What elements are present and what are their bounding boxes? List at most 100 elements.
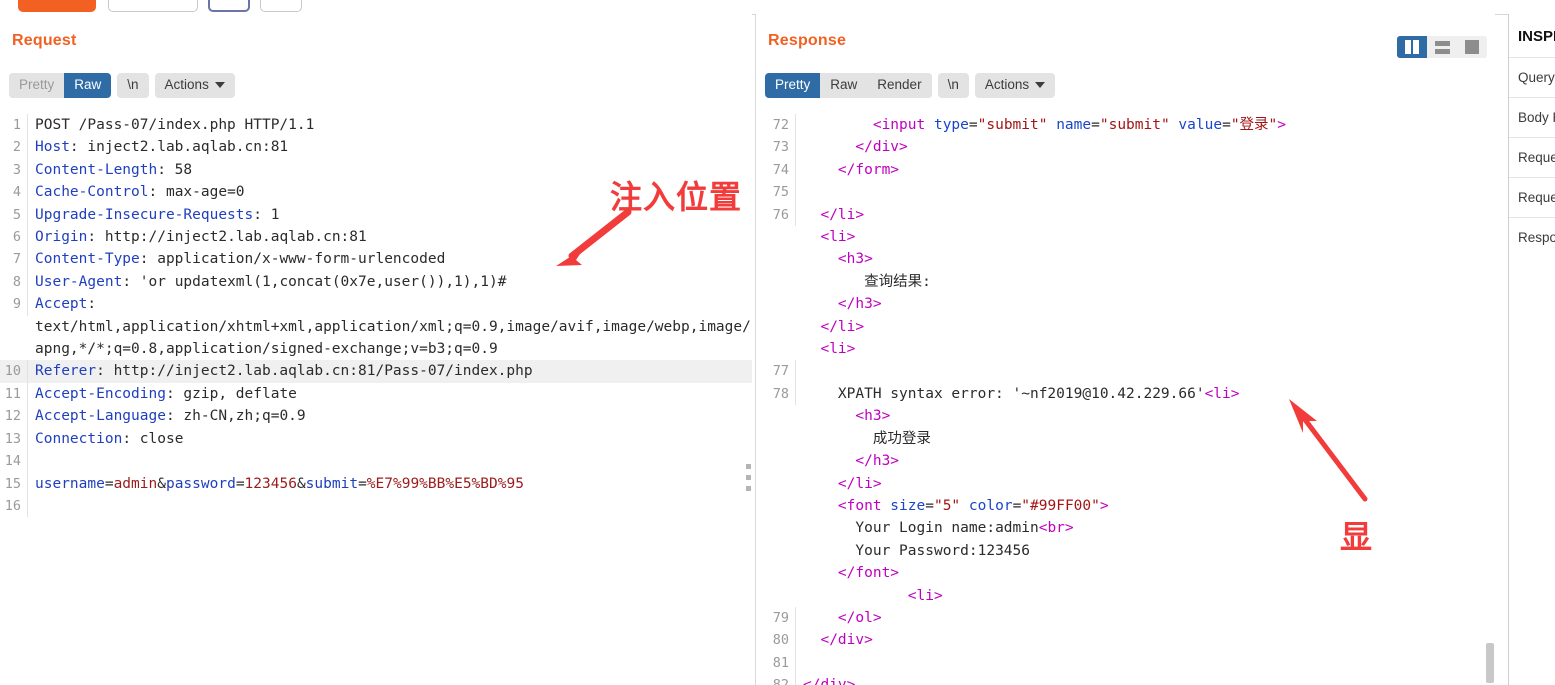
request-toolbar: Pretty Raw \n Actions <box>9 73 235 98</box>
next-button[interactable] <box>260 0 302 12</box>
inspector-row-request-cookies[interactable]: Request Cookies <box>1509 137 1555 177</box>
code-line[interactable]: 3 Content-Length: 58 <box>0 158 752 182</box>
code-line[interactable]: <li> <box>756 338 1495 360</box>
code-line[interactable]: </h3> <box>756 450 1495 472</box>
code-line[interactable]: 73 </div> <box>756 136 1495 159</box>
workspace: Request Pretty Raw \n Actions 1 POST /Pas… <box>0 14 1555 685</box>
code-line[interactable]: 13 Connection: close <box>0 427 752 451</box>
tab-response-raw[interactable]: Raw <box>820 73 868 98</box>
line-number: 73 <box>756 136 796 159</box>
code-line-text: username=admin&password=123456&submit=%E… <box>35 475 524 492</box>
send-button[interactable] <box>18 0 96 12</box>
code-line[interactable]: 5 Upgrade-Insecure-Requests: 1 <box>0 203 752 227</box>
code-line[interactable]: </li> <box>756 316 1495 338</box>
request-drag-handle[interactable] <box>746 464 752 491</box>
chevron-down-icon <box>214 82 225 88</box>
code-line-text: </div> <box>820 632 873 649</box>
code-line[interactable]: 成功登录 <box>756 428 1495 450</box>
code-line[interactable]: 10 Referer: http://inject2.lab.aqlab.cn:8… <box>0 360 752 383</box>
code-line[interactable]: 81 <box>756 651 1495 675</box>
code-line[interactable]: 2 Host: inject2.lab.aqlab.cn:81 <box>0 136 752 159</box>
response-code-editor[interactable]: 72 <input type="submit" name="submit" va… <box>756 114 1495 685</box>
code-line[interactable]: </font> <box>756 562 1495 584</box>
code-line[interactable]: Your Password:123456 <box>756 540 1495 562</box>
code-line[interactable]: 4 Cache-Control: max-age=0 <box>0 181 752 204</box>
line-number: 8 <box>0 270 28 294</box>
inspector-row-request-headers[interactable]: Request Headers <box>1509 177 1555 217</box>
code-line[interactable]: Your Login name:admin<br> <box>756 517 1495 539</box>
inspector-row-query-parameters[interactable]: Query Parameters <box>1509 57 1555 97</box>
code-line[interactable]: 8 User-Agent: 'or updatexml(1,concat(0x7e… <box>0 270 752 294</box>
code-line[interactable]: 6 Origin: http://inject2.lab.aqlab.cn:81 <box>0 226 752 249</box>
code-line[interactable]: </h3> <box>756 293 1495 315</box>
line-number: 81 <box>756 651 796 675</box>
line-number: 12 <box>0 405 28 428</box>
code-line-text: Upgrade-Insecure-Requests: 1 <box>35 206 280 223</box>
line-number: 9 <box>0 293 28 316</box>
line-number: 79 <box>756 606 796 630</box>
request-actions-menu[interactable]: Actions <box>154 73 235 98</box>
code-line-text: Accept: text/html,application/xhtml+xml,… <box>35 296 751 358</box>
prev-button[interactable] <box>208 0 250 12</box>
code-line[interactable]: 14 <box>0 450 752 473</box>
tab-response-render[interactable]: Render <box>867 73 932 98</box>
code-line[interactable]: </li> <box>756 473 1495 495</box>
code-line[interactable]: 1 POST /Pass-07/index.php HTTP/1.1 <box>0 114 752 137</box>
cancel-button[interactable] <box>108 0 198 12</box>
tab-request-pretty[interactable]: Pretty <box>9 73 65 98</box>
inspector-row-body-parameters[interactable]: Body Parameters <box>1509 97 1555 137</box>
code-line[interactable]: <li> <box>756 226 1495 248</box>
line-number: 1 <box>0 114 28 137</box>
response-actions-menu[interactable]: Actions <box>974 73 1056 98</box>
response-view-tabs: Pretty Raw Render <box>765 73 932 98</box>
inspector-title: INSPECTOR <box>1518 28 1555 45</box>
line-number: 74 <box>756 158 796 182</box>
code-line-text: 成功登录 <box>803 430 931 447</box>
code-line-text: </div> <box>855 139 908 156</box>
code-line[interactable]: <li> <box>756 585 1495 607</box>
code-line[interactable]: <h3> <box>756 405 1495 427</box>
line-number: 16 <box>0 494 28 518</box>
response-scrollbar-thumb[interactable] <box>1486 643 1494 683</box>
code-line[interactable]: 9 Accept: text/html,application/xhtml+xml… <box>0 293 752 360</box>
tab-response-pretty[interactable]: Pretty <box>765 73 821 98</box>
code-line[interactable]: 80 </div> <box>756 629 1495 652</box>
code-line[interactable]: 查询结果: <box>756 271 1495 293</box>
code-line-text: <h3> <box>855 408 891 425</box>
code-line[interactable]: 82</div> <box>756 674 1495 685</box>
code-line[interactable]: 79 </ol> <box>756 606 1495 630</box>
tab-request-raw[interactable]: Raw <box>64 73 112 98</box>
code-line[interactable]: 74 </form> <box>756 158 1495 182</box>
code-line-text: </h3> <box>855 453 900 470</box>
code-line[interactable]: 77 <box>756 360 1495 383</box>
code-line[interactable]: <font size="5" color="#99FF00"> <box>756 495 1495 517</box>
line-number: 78 <box>756 382 796 406</box>
code-line[interactable]: 11 Accept-Encoding: gzip, deflate <box>0 382 752 406</box>
request-code-editor[interactable]: 1 POST /Pass-07/index.php HTTP/1.1 2 Host: … <box>0 114 752 685</box>
code-line-text: </h3> <box>837 296 882 313</box>
code-line[interactable]: 7 Content-Type: application/x-www-form-ur… <box>0 248 752 271</box>
view-side-by-side-button[interactable] <box>1397 36 1427 58</box>
code-line-text: Content-Length: 58 <box>35 161 193 178</box>
code-line-text: <font size="5" color="#99FF00"> <box>837 497 1109 514</box>
code-line[interactable]: <h3> <box>756 248 1495 270</box>
top-toolbar <box>0 0 1555 15</box>
code-line-text: 查询结果: <box>803 273 931 290</box>
line-number: 6 <box>0 226 28 249</box>
response-scrollbar[interactable] <box>1485 114 1495 685</box>
request-newline-toggle[interactable]: \n <box>117 73 149 98</box>
code-line[interactable]: 78 XPATH syntax error: '~nf2019@10.42.22… <box>756 382 1495 406</box>
code-line[interactable]: 72 <input type="submit" name="submit" va… <box>756 114 1495 137</box>
line-number: 77 <box>756 360 796 383</box>
response-newline-toggle[interactable]: \n <box>937 73 969 98</box>
inspector-row-response-headers[interactable]: Response Headers <box>1509 217 1555 257</box>
response-pane: Response Pretty Raw Render \n Actions 72… <box>755 14 1495 685</box>
view-single-button[interactable] <box>1457 36 1487 58</box>
code-line[interactable]: 76 </li> <box>756 203 1495 227</box>
code-line[interactable]: 15 username=admin&password=123456&submit=… <box>0 472 752 495</box>
code-line[interactable]: 75 <box>756 181 1495 204</box>
code-line[interactable]: 12 Accept-Language: zh-CN,zh;q=0.9 <box>0 405 752 428</box>
view-stacked-button[interactable] <box>1427 36 1457 58</box>
code-line-text: <h3> <box>837 251 873 268</box>
code-line[interactable]: 16 <box>0 494 752 518</box>
